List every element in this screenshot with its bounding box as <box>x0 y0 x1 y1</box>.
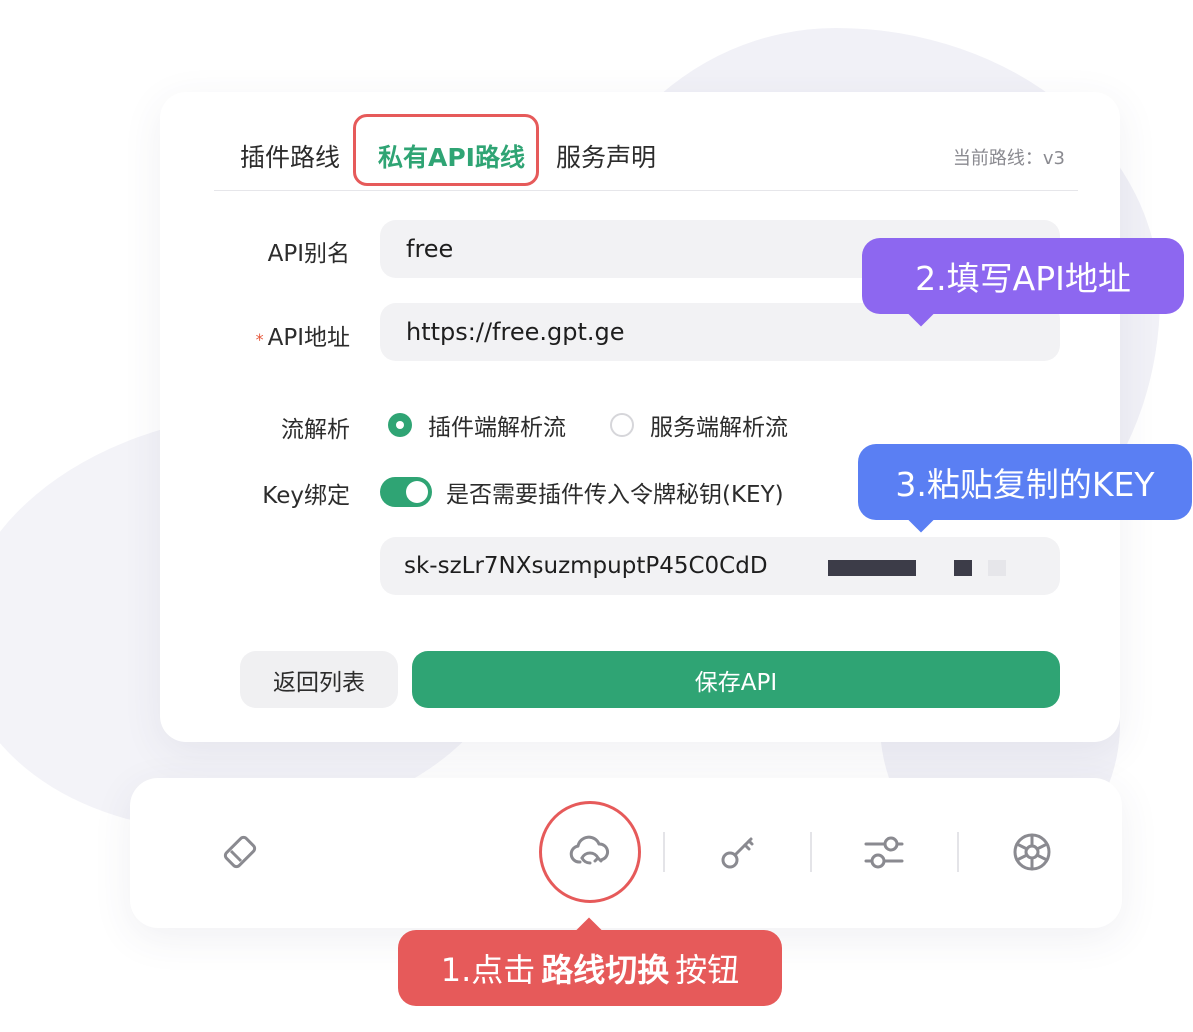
callout-step-1-prefix: 1.点击 <box>440 951 536 989</box>
api-url-label-row: * API地址 <box>200 318 350 352</box>
api-alias-label: API别名 <box>267 241 350 267</box>
tab-service-statement[interactable]: 服务声明 <box>556 138 656 174</box>
api-key-input[interactable]: sk-szLr7NXsuzmpuptP45C0CdD <box>380 537 1060 595</box>
key-binding-toggle[interactable] <box>380 477 432 507</box>
api-key-value: sk-szLr7NXsuzmpuptP45C0CdD <box>404 553 768 579</box>
callout-step-3: 3.粘贴复制的KEY <box>858 444 1192 533</box>
key-binding-row: 是否需要插件传入令牌秘钥(KEY) <box>380 472 784 512</box>
cloud-sync-icon[interactable] <box>566 828 614 876</box>
required-mark: * <box>255 330 264 349</box>
redaction-mask <box>988 560 1006 576</box>
key-binding-label: Key绑定 <box>262 483 350 509</box>
radio-unchecked-icon <box>610 413 634 437</box>
callout-step-2-text: 2.填写API地址 <box>915 259 1131 298</box>
tab-highlight-box <box>353 114 539 186</box>
toolbar-divider <box>663 832 665 872</box>
tab-plugin-routes[interactable]: 插件路线 <box>240 138 340 174</box>
aperture-icon[interactable] <box>1008 828 1056 876</box>
radio-server-stream-label: 服务端解析流 <box>650 415 788 441</box>
sliders-icon[interactable] <box>860 828 908 876</box>
radio-plugin-stream-label: 插件端解析流 <box>428 415 566 441</box>
stream-parse-radio-group: 插件端解析流 服务端解析流 <box>388 405 832 445</box>
radio-server-stream[interactable]: 服务端解析流 <box>610 408 788 442</box>
toolbar-divider <box>810 832 812 872</box>
back-to-list-button[interactable]: 返回列表 <box>240 651 398 708</box>
key-icon[interactable] <box>714 828 762 876</box>
radio-checked-icon <box>388 413 412 437</box>
redaction-mask <box>954 560 972 576</box>
toolbar-divider <box>957 832 959 872</box>
stream-parse-label: 流解析 <box>281 417 350 443</box>
radio-plugin-stream[interactable]: 插件端解析流 <box>388 408 566 442</box>
api-alias-value: free <box>406 235 454 263</box>
redaction-mask <box>828 560 916 576</box>
current-route-indicator: 当前路线：v3 <box>952 148 1065 169</box>
callout-step-1-suffix: 按钮 <box>675 951 740 989</box>
api-url-label: API地址 <box>267 325 350 351</box>
eraser-icon[interactable] <box>216 828 264 876</box>
key-binding-toggle-text: 是否需要插件传入令牌秘钥(KEY) <box>446 482 784 508</box>
save-api-button[interactable]: 保存API <box>412 651 1060 708</box>
callout-step-1: 1.点击 路线切换 按钮 <box>398 917 782 1006</box>
callout-step-3-text: 3.粘贴复制的KEY <box>895 465 1155 504</box>
callout-step-2: 2.填写API地址 <box>862 238 1184 327</box>
tab-bar: 插件路线 私有API路线 服务声明 <box>214 112 1078 191</box>
api-url-value: https://free.gpt.ge <box>406 318 625 346</box>
callout-step-1-bold: 路线切换 <box>541 951 670 989</box>
